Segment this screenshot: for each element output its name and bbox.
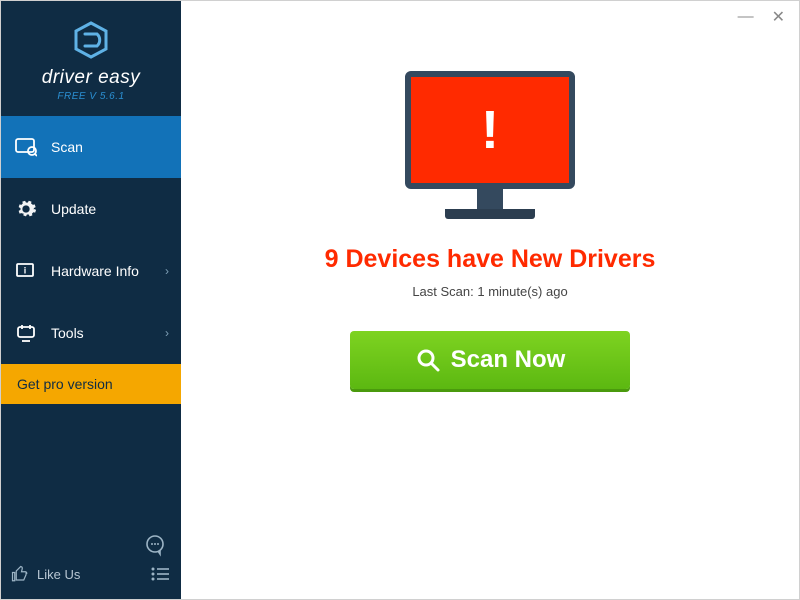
last-scan-text: Last Scan: 1 minute(s) ago [412,284,567,299]
scan-icon [15,136,37,158]
app-version: FREE V 5.6.1 [1,91,181,102]
logo-icon [70,19,112,61]
main-panel: ! 9 Devices have New Drivers Last Scan: … [181,1,799,599]
status-illustration: ! [400,71,580,219]
sidebar-item-tools[interactable]: Tools › [1,302,181,364]
sidebar-item-update[interactable]: Update [1,178,181,240]
warning-icon: ! [481,99,499,161]
svg-text:i: i [24,266,27,276]
chevron-right-icon: › [165,326,169,340]
sidebar-item-label: Update [51,201,96,217]
nav: Scan Update i Hardware Info › Tools › Ge… [1,116,181,404]
sidebar-item-label: Scan [51,139,83,155]
like-us-button[interactable]: Like Us [11,565,80,583]
hardware-icon: i [15,260,37,282]
like-us-label: Like Us [37,567,80,582]
menu-icon[interactable] [149,563,171,585]
sidebar-item-scan[interactable]: Scan [1,116,181,178]
scan-button-label: Scan Now [451,346,566,374]
status-heading: 9 Devices have New Drivers [325,245,656,274]
app-logo: driver easy FREE V 5.6.1 [1,1,181,116]
scan-now-button[interactable]: Scan Now [350,331,630,389]
minimize-icon[interactable]: — [738,8,754,26]
sidebar-item-label: Hardware Info [51,263,139,279]
window-controls: — ✕ [738,1,799,33]
sidebar-footer: Like Us [1,517,181,599]
sidebar-item-label: Tools [51,325,84,341]
gear-icon [15,198,37,220]
thumbs-up-icon [11,565,29,583]
search-icon [415,347,441,373]
tools-icon [15,322,37,344]
close-icon[interactable]: ✕ [772,7,785,27]
sidebar-item-hardware-info[interactable]: i Hardware Info › [1,240,181,302]
chevron-right-icon: › [165,264,169,278]
sidebar: driver easy FREE V 5.6.1 Scan Update i H… [1,1,181,599]
feedback-icon[interactable] [143,533,167,557]
get-pro-button[interactable]: Get pro version [1,364,181,404]
alert-screen: ! [405,71,575,189]
pro-label: Get pro version [17,376,113,392]
app-name: driver easy [1,67,181,89]
